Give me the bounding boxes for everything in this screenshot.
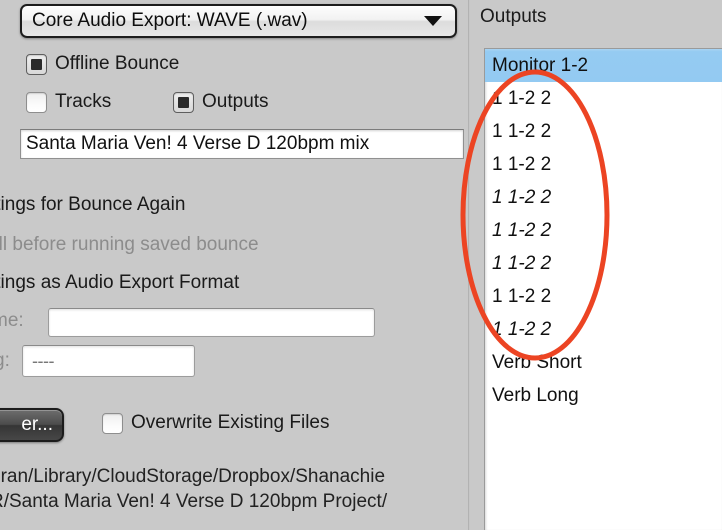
- outputs-list-item[interactable]: 1 1-2 2: [485, 247, 722, 280]
- overwrite-existing-files-checkbox[interactable]: [102, 413, 123, 434]
- tracks-label: Tracks: [55, 91, 111, 113]
- outputs-list-item[interactable]: Verb Long: [485, 379, 722, 412]
- export-format-popup[interactable]: Core Audio Export: WAVE (.wav): [20, 4, 457, 38]
- offline-bounce-checkbox[interactable]: [26, 54, 47, 75]
- tracks-checkbox-row[interactable]: Tracks: [26, 91, 111, 113]
- outputs-checkbox[interactable]: [173, 92, 194, 113]
- tag-value: ----: [23, 351, 54, 372]
- offline-bounce-label: Offline Bounce: [55, 53, 179, 75]
- outputs-panel-title: Outputs: [480, 6, 547, 28]
- outputs-list[interactable]: Monitor 1-21 1-2 21 1-2 21 1-2 21 1-2 21…: [484, 48, 722, 530]
- destination-path-line-2: R/Santa Maria Ven! 4 Verse D 120bpm Proj…: [0, 491, 387, 513]
- overwrite-existing-files-label: Overwrite Existing Files: [131, 412, 330, 434]
- bounce-settings-panel: Core Audio Export: WAVE (.wav) Offline B…: [0, 0, 470, 530]
- chevron-down-icon: [424, 16, 442, 26]
- outputs-list-item[interactable]: 1 1-2 2: [485, 181, 722, 214]
- outputs-list-item[interactable]: 1 1-2 2: [485, 313, 722, 346]
- tracks-checkbox[interactable]: [26, 92, 47, 113]
- bounce-dialog-screenshot: Core Audio Export: WAVE (.wav) Offline B…: [0, 0, 722, 530]
- choose-folder-button[interactable]: er...: [0, 408, 64, 442]
- tag-input[interactable]: ----: [22, 345, 195, 377]
- overwrite-existing-files-row[interactable]: Overwrite Existing Files: [102, 412, 330, 434]
- outputs-list-item[interactable]: 1 1-2 2: [485, 280, 722, 313]
- choose-folder-button-label: er...: [21, 414, 62, 436]
- name-field-label: me:: [0, 310, 24, 332]
- destination-path-line-1: oran/Library/CloudStorage/Dropbox/Shanac…: [0, 466, 385, 488]
- outputs-list-item[interactable]: Verb Short: [485, 346, 722, 379]
- tag-field-label: g:: [0, 350, 10, 372]
- bounce-name-input[interactable]: Santa Maria Ven! 4 Verse D 120bpm mix: [20, 129, 464, 159]
- outputs-list-item[interactable]: 1 1-2 2: [485, 82, 722, 115]
- all-before-running-saved-bounce-label: All before running saved bounce: [0, 234, 259, 256]
- outputs-checkbox-row[interactable]: Outputs: [173, 91, 269, 113]
- outputs-list-item[interactable]: 1 1-2 2: [485, 214, 722, 247]
- offline-bounce-checkbox-row[interactable]: Offline Bounce: [26, 53, 179, 75]
- outputs-panel: Outputs Monitor 1-21 1-2 21 1-2 21 1-2 2…: [470, 0, 722, 530]
- outputs-list-item[interactable]: Monitor 1-2: [485, 49, 722, 82]
- settings-as-audio-export-format-label: ttings as Audio Export Format: [0, 272, 239, 294]
- export-format-label: Core Audio Export: WAVE (.wav): [32, 10, 308, 32]
- outputs-list-item[interactable]: 1 1-2 2: [485, 115, 722, 148]
- outputs-list-item[interactable]: 1 1-2 2: [485, 148, 722, 181]
- outputs-label: Outputs: [202, 91, 269, 113]
- settings-for-bounce-again-label: ttings for Bounce Again: [0, 194, 185, 216]
- saved-bounce-name-input[interactable]: [48, 308, 375, 337]
- bounce-name-value: Santa Maria Ven! 4 Verse D 120bpm mix: [21, 133, 369, 155]
